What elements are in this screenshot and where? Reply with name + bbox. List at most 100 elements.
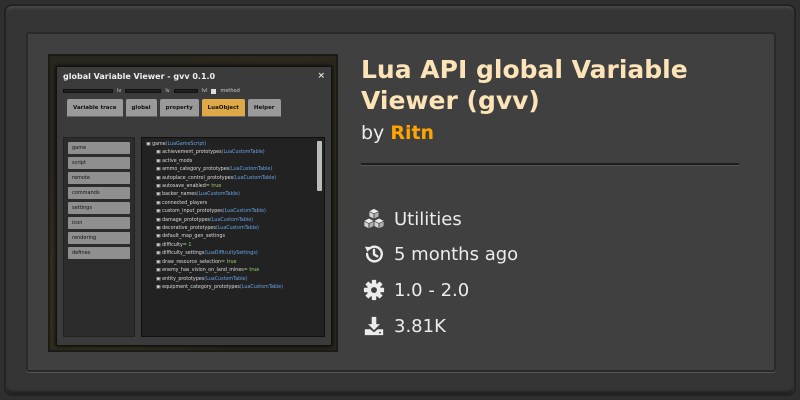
gvv-tree-row: ▣ difficulty_settings(LuaDifficultySetti… <box>146 250 320 258</box>
author-link[interactable]: Ritn <box>390 122 434 144</box>
gvv-tree-name: achievement_prototypes <box>162 150 222 156</box>
gvv-tree-name: active_mods <box>162 158 193 164</box>
gvv-toolbar-label: lv <box>165 88 170 94</box>
gvv-tree-row: ▣ game(LuaGameScript) <box>146 141 320 149</box>
gvv-tree-row: ▣ default_map_gen_settings <box>146 233 320 241</box>
by-label: by <box>361 122 385 144</box>
gvv-sidebar-button: remote <box>68 172 130 184</box>
gvv-tree-row: ▣ equipment_category_prototypes(LuaCusto… <box>146 284 320 292</box>
gvv-tree-name: difficulty <box>162 242 183 248</box>
gvv-tree-row: ▣ autoplace_control_prototypes(LuaCustom… <box>146 175 320 183</box>
updated-label: 5 months ago <box>394 243 519 265</box>
gvv-titlebar: global Variable Viewer - gvv 0.1.0 × <box>57 67 331 85</box>
versions-row: 1.0 - 2.0 <box>363 279 469 301</box>
mod-thumbnail[interactable]: global Variable Viewer - gvv 0.1.0 × lv … <box>48 54 338 352</box>
gvv-tree-row: ▣ entity_prototypes(LuaCustomTable) <box>146 276 320 284</box>
gvv-toolbar-label: method <box>220 88 240 94</box>
category-row[interactable]: Utilities <box>363 208 462 230</box>
gvv-sidebar-button: icon <box>68 217 130 229</box>
gvv-tree-type: (LuaCustomTable) <box>196 192 240 198</box>
gvv-tree-row: ▣ active_mods <box>146 158 320 166</box>
gvv-tree-name: game <box>152 142 166 147</box>
gvv-sidebar-button: rendering <box>68 232 130 244</box>
gvv-tree-row: ▣ draw_resource_selection= true <box>146 259 320 267</box>
gvv-tree-type: (LuaCustomTable) <box>229 167 273 173</box>
gvv-tree-name: ammo_category_prototypes <box>162 167 230 173</box>
gvv-sidebar-button: defines <box>68 247 130 259</box>
gvv-tree-row: ▣ achievement_prototypes(LuaCustomTable) <box>146 149 320 157</box>
gear-icon <box>363 279 385 301</box>
download-icon <box>364 316 384 336</box>
gvv-tree-type: (LuaCustomTable) <box>239 284 283 290</box>
close-icon: × <box>317 71 325 81</box>
gvv-scrollbar <box>317 141 322 191</box>
gvv-tree-row: ▣ autosave_enabled= true <box>146 183 320 191</box>
cubes-icon <box>364 208 384 229</box>
gvv-tree-type: (LuaCustomTable) <box>221 150 265 156</box>
gvv-tree-name: draw_resource_selection <box>162 259 222 265</box>
gvv-tree-name: entity_prototypes <box>162 276 205 282</box>
gvv-tab: global <box>125 99 157 117</box>
gvv-tree-name: autosave_enabled <box>162 184 206 190</box>
gvv-tree-row: ▣ backer_names(LuaCustomTable) <box>146 191 320 199</box>
mod-title[interactable]: Lua API global Variable Viewer (gvv) <box>361 54 751 116</box>
gvv-tree-name: autoplace_control_prototypes <box>162 175 234 181</box>
gvv-tree-name: custom_input_prototypes <box>162 209 223 215</box>
gvv-tree-type: = true <box>205 184 222 190</box>
gvv-tree-name: equipment_category_prototypes <box>162 284 240 290</box>
gvv-tree-type: = 1 <box>182 242 192 248</box>
gvv-tree-name: enemy_has_vision_on_land_mines <box>162 268 244 274</box>
versions-label: 1.0 - 2.0 <box>394 279 470 301</box>
downloads-row: 3.81K <box>363 315 446 337</box>
gvv-tree-type: (LuaCustomTable) <box>204 276 248 282</box>
gvv-toolbar-label: lv <box>117 88 122 94</box>
gvv-sidebar: game script remote commands settings icon rend… <box>63 137 135 337</box>
gvv-tree-row: ▣ ammo_category_prototypes(LuaCustomTabl… <box>146 166 320 174</box>
gvv-body: game script remote commands settings icon rend… <box>63 137 325 337</box>
gvv-tree-type: (LuaCustomTable) <box>222 209 266 215</box>
gvv-tree-type: (LuaCustomTable) <box>209 217 254 223</box>
gvv-toolbar: lv lv lvl method <box>57 85 331 97</box>
gvv-slider <box>63 89 113 93</box>
gvv-tree-row: ▣ difficulty= 1 <box>146 242 320 250</box>
gvv-tree-type: = true <box>221 259 237 265</box>
gvv-tree-row: ▣ connected_players <box>146 200 320 208</box>
gvv-tree-name: backer_names <box>162 192 197 198</box>
gvv-tree-type: (LuaDifficultySettings) <box>204 251 258 257</box>
gvv-toolbar-label: lvl <box>201 88 208 94</box>
downloads-label: 3.81K <box>394 315 446 337</box>
gvv-tree-type: (LuaCustomTable) <box>215 226 259 232</box>
gvv-slider <box>173 89 198 93</box>
gvv-tree-type: (LuaGameScript) <box>165 142 207 147</box>
gvv-tree-type: (LuaCustomTable) <box>233 175 277 181</box>
gvv-tab: Variable trace <box>67 99 123 117</box>
gvv-sidebar-button: commands <box>68 187 130 199</box>
gvv-tree-name: connected_players <box>162 200 208 206</box>
gvv-tree-name: damage_prototypes <box>162 217 210 223</box>
gvv-tree-row: ▣ decorative_prototypes(LuaCustomTable) <box>146 225 320 233</box>
gvv-window-preview: global Variable Viewer - gvv 0.1.0 × lv … <box>56 66 332 346</box>
gvv-slider <box>125 89 162 93</box>
gvv-tab: property <box>159 99 199 117</box>
gvv-tree-name: decorative_prototypes <box>162 226 216 232</box>
gvv-sidebar-button: game <box>68 142 130 154</box>
divider <box>361 163 739 165</box>
gvv-tree-row: ▣ damage_prototypes(LuaCustomTable) <box>146 217 320 225</box>
gvv-checkbox <box>211 88 217 94</box>
gvv-window-title: global Variable Viewer - gvv 0.1.0 <box>63 71 216 81</box>
category-label: Utilities <box>394 208 462 230</box>
gvv-tree-name: difficulty_settings <box>162 251 205 257</box>
gvv-tab: Helper <box>247 99 281 117</box>
gvv-tab-bar: Variable trace global property LuaObject Hel… <box>57 97 331 117</box>
gvv-sidebar-button: script <box>68 157 130 169</box>
updated-row: 5 months ago <box>363 243 518 265</box>
history-icon <box>364 245 383 263</box>
gvv-tree-type: = true <box>243 268 260 274</box>
gvv-tree-view: ▣ game(LuaGameScript) ▣ achievement_proto… <box>141 137 325 337</box>
gvv-tree-row: ▣ enemy_has_vision_on_land_mines= true <box>146 267 320 275</box>
gvv-tree-row: ▣ custom_input_prototypes(LuaCustomTable… <box>146 208 320 216</box>
mod-card[interactable]: global Variable Viewer - gvv 0.1.0 × lv … <box>26 32 776 372</box>
author-line: by Ritn <box>361 122 434 144</box>
gvv-tab: LuaObject <box>201 99 245 117</box>
gvv-sidebar-button: settings <box>68 202 130 214</box>
